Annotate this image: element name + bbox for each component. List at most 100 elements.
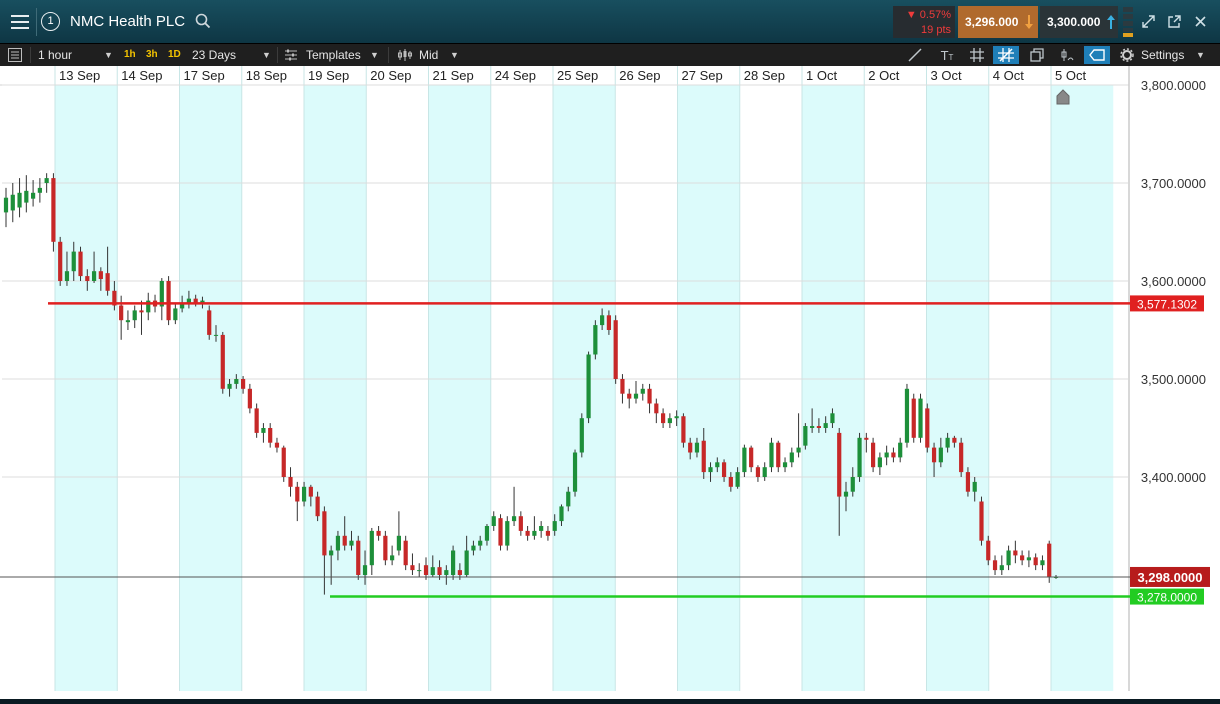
chart-area[interactable]: 13 Sep 14 Sep 17 Sep 18 Sep 19 Sep 20 Sep 21 S… [0,66,1220,699]
candle-body [213,334,219,336]
price-mode-select[interactable]: Mid [419,44,438,66]
candle-body [999,565,1004,571]
candle-body [240,379,246,389]
range-select[interactable]: 23 Days [192,44,236,66]
draw-line-icon[interactable] [902,46,928,64]
interval-chevron-down-icon[interactable]: ▼ [104,44,113,66]
candle-body [369,530,374,566]
candle-body [491,516,496,526]
y-tick-label: 3,400.0000 [1141,470,1206,485]
x-tick-label: 27 Sep [682,68,723,83]
candle-body [132,310,137,321]
popout-icon[interactable] [1164,0,1184,43]
candle-body [674,416,679,419]
candles [3,173,1059,595]
candle-body [782,462,788,468]
candle-body [471,545,476,551]
layers-icon[interactable] [1024,46,1050,64]
quick-1h-button[interactable]: 1h [124,47,136,63]
candle-body [877,457,882,468]
candle-body [627,393,632,399]
text-tool-icon[interactable]: TT [934,46,960,64]
candle-body [315,496,320,517]
templates-chevron-down-icon[interactable]: ▼ [370,44,379,66]
candle-body [965,472,971,492]
x-tick-label: 2 Oct [868,68,899,83]
candle-body [457,570,462,575]
candle-body [986,540,991,561]
candle-body [78,251,83,277]
templates-icon[interactable] [284,48,298,67]
candle-body [85,276,90,281]
range-chevron-down-icon[interactable]: ▼ [262,44,271,66]
candle-body [952,437,957,443]
gear-icon[interactable] [1120,48,1134,67]
x-tick-label: 17 Sep [184,68,225,83]
x-tick-label: 5 Oct [1055,68,1086,83]
sell-price-button[interactable]: 3,296.000 [958,6,1038,38]
chart-toolbar: 1 hour ▼ 1h 3h 1D 23 Days ▼ Templates ▼ … [0,43,1220,67]
candle-body [1033,557,1038,566]
candle-body [17,192,22,208]
indicator-icon[interactable] [1054,46,1080,64]
y-tick-label: 3,800.0000 [1141,78,1206,93]
candle-body [823,423,828,428]
candle-body [329,550,334,556]
candle-body [24,190,29,203]
grid-icon[interactable] [964,46,990,64]
day-band [428,85,491,691]
y-axis-labels: 3,800.0000 3,700.0000 3,600.0000 3,500.0000… [1141,78,1206,485]
candle-body [1026,557,1032,561]
price-chart[interactable]: 13 Sep 14 Sep 17 Sep 18 Sep 19 Sep 20 Sep 21 S… [0,66,1220,699]
candle-body [335,535,341,551]
candle-body [301,486,307,502]
resistance-label: 3,577.1302 [1137,297,1197,311]
interval-select[interactable]: 1 hour [38,44,72,66]
y-tick-label: 3,500.0000 [1141,372,1206,387]
search-icon[interactable] [195,13,211,34]
x-tick-label: 25 Sep [557,68,598,83]
templates-button[interactable]: Templates [306,44,361,66]
candle-body [701,440,706,473]
candle-body [64,271,70,281]
chart-list-icon[interactable] [8,48,22,67]
crosshair-grid-icon[interactable] [993,46,1019,64]
quick-3h-button[interactable]: 3h [146,47,158,63]
candle-body [667,418,672,424]
candle-body [396,535,402,551]
day-band [677,85,740,691]
candle-body [647,388,652,404]
candle-body [119,305,124,321]
menu-icon[interactable] [6,0,34,43]
candle-body [938,447,943,463]
price-mode-chevron-down-icon[interactable]: ▼ [450,44,459,66]
quick-1d-button[interactable]: 1D [168,47,181,63]
candle-body [410,565,415,571]
settings-button[interactable]: Settings [1141,44,1184,66]
candle-body [857,437,862,477]
candle-body [173,308,178,321]
instrument-title[interactable]: NMC Health PLC [70,0,185,43]
buy-price-button[interactable]: 3,300.000 [1040,6,1118,38]
layout-badge[interactable]: 1 [41,12,60,31]
candle-body [606,315,612,330]
candle-body [1040,560,1045,566]
candle-body [776,442,781,468]
candle-body [91,271,97,281]
label-tag-icon[interactable] [1084,46,1110,64]
price-type-icon[interactable] [397,48,413,67]
candle-body [376,530,381,536]
x-tick-label: 1 Oct [806,68,837,83]
candle-body [837,432,842,497]
candle-body [166,281,171,321]
x-tick-label: 19 Sep [308,68,349,83]
candle-body [295,486,300,502]
candle-body [403,540,408,566]
settings-chevron-down-icon[interactable]: ▼ [1196,44,1205,66]
close-icon[interactable] [1190,0,1210,43]
candle-body [450,550,456,575]
candle-body [789,452,794,463]
expand-icon[interactable] [1138,0,1158,43]
candle-body [620,379,625,394]
candle-body [139,310,144,313]
